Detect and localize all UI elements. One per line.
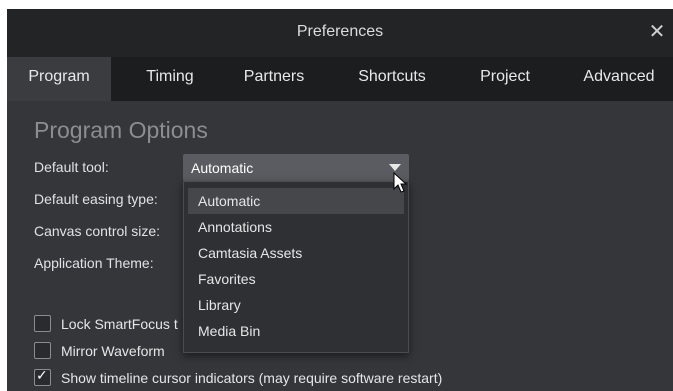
default-tool-select[interactable]: Automatic xyxy=(183,154,409,181)
dropdown-option-annotations[interactable]: Annotations xyxy=(188,214,404,240)
dropdown-option-favorites[interactable]: Favorites xyxy=(188,266,404,292)
tab-bar: Program Timing Partners Shortcuts Projec… xyxy=(7,57,673,101)
lock-smartfocus-checkbox[interactable] xyxy=(34,315,51,332)
dropdown-option-media-bin[interactable]: Media Bin xyxy=(188,318,404,344)
canvas-control-size-label: Canvas control size: xyxy=(34,223,161,239)
mirror-waveform-checkbox[interactable] xyxy=(34,342,51,359)
section-title: Program Options xyxy=(34,117,208,143)
tab-shortcuts[interactable]: Shortcuts xyxy=(342,57,442,101)
dropdown-option-camtasia-assets[interactable]: Camtasia Assets xyxy=(188,240,404,266)
default-tool-label: Default tool: xyxy=(34,159,109,175)
mouse-pointer-icon xyxy=(393,172,408,193)
default-tool-value: Automatic xyxy=(191,160,254,176)
tab-timing[interactable]: Timing xyxy=(125,57,215,101)
tab-program[interactable]: Program xyxy=(7,57,111,101)
chevron-down-icon[interactable] xyxy=(389,164,401,171)
close-icon[interactable]: ✕ xyxy=(647,22,667,42)
window-title: Preferences xyxy=(296,23,384,40)
timeline-cursor-indicators-label: Show timeline cursor indicators (may req… xyxy=(61,370,443,386)
tab-partners[interactable]: Partners xyxy=(229,57,319,101)
dropdown-option-library[interactable]: Library xyxy=(188,292,404,318)
default-easing-label: Default easing type: xyxy=(34,191,158,207)
default-tool-dropdown: Automatic Annotations Camtasia Assets Fa… xyxy=(183,181,409,353)
title-bar: Preferences ✕ xyxy=(7,9,673,57)
application-theme-label: Application Theme: xyxy=(34,255,154,271)
timeline-cursor-indicators-checkbox[interactable]: ✓ xyxy=(34,367,51,386)
tab-advanced[interactable]: Advanced xyxy=(569,57,669,101)
dropdown-option-automatic[interactable]: Automatic xyxy=(188,188,404,214)
tab-project[interactable]: Project xyxy=(465,57,545,101)
checkmark-icon: ✓ xyxy=(36,367,48,383)
preferences-dialog: Preferences ✕ Program Timing Partners Sh… xyxy=(7,9,673,391)
mirror-waveform-label: Mirror Waveform xyxy=(61,343,165,359)
lock-smartfocus-label: Lock SmartFocus t xyxy=(61,316,178,332)
